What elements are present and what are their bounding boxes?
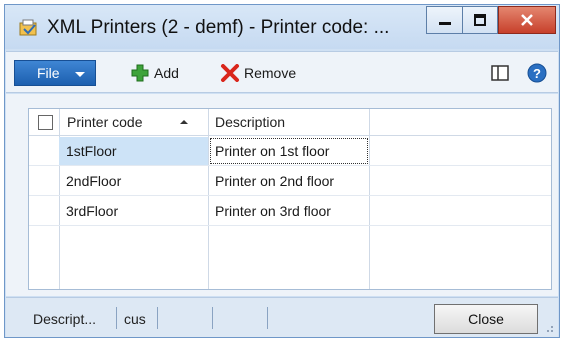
status-divider xyxy=(212,307,213,329)
svg-text:?: ? xyxy=(533,66,541,81)
xml-printers-window: XML Printers (2 - demf) - Printer code: … xyxy=(4,4,560,338)
table-row[interactable]: 2ndFloor Printer on 2nd floor xyxy=(29,167,551,196)
close-button[interactable]: Close xyxy=(434,304,538,334)
grid-header: Printer code Description xyxy=(29,109,551,136)
minimize-button[interactable] xyxy=(426,6,462,34)
close-window-button[interactable] xyxy=(498,6,556,34)
layout-icon[interactable] xyxy=(490,63,510,83)
status-company: cus xyxy=(124,311,146,327)
table-row[interactable]: 3rdFloor Printer on 3rd floor xyxy=(29,197,551,226)
plus-icon xyxy=(131,64,149,82)
minimize-icon xyxy=(438,22,451,25)
status-bar: Descript... cus Close xyxy=(6,297,558,337)
x-icon xyxy=(221,64,239,82)
app-icon xyxy=(19,19,37,36)
file-menu-label: File xyxy=(37,65,60,81)
add-button-label: Add xyxy=(154,65,179,81)
printer-code-cell[interactable]: 2ndFloor xyxy=(59,167,208,195)
printer-code-cell[interactable]: 1stFloor xyxy=(59,137,208,165)
resize-grip-icon[interactable] xyxy=(544,323,554,333)
sort-ascending-icon xyxy=(180,120,188,124)
remove-button[interactable]: Remove xyxy=(220,63,296,83)
column-header-description[interactable]: Description xyxy=(215,114,285,131)
add-button[interactable]: Add xyxy=(130,63,179,83)
description-cell[interactable]: Printer on 3rd floor xyxy=(209,197,369,225)
status-divider xyxy=(157,307,158,329)
column-header-printer-code[interactable]: Printer code xyxy=(67,114,142,131)
description-cell[interactable]: Printer on 1st floor xyxy=(209,137,369,165)
printer-code-cell[interactable]: 3rdFloor xyxy=(59,197,208,225)
content-area: Printer code Description 1stFloor Printe… xyxy=(6,94,558,296)
action-pane: File Add Remove ? xyxy=(6,51,558,93)
status-divider xyxy=(116,307,117,329)
title-bar[interactable]: XML Printers (2 - demf) - Printer code: … xyxy=(5,5,559,49)
status-description: Descript... xyxy=(33,311,97,327)
table-row[interactable]: 1stFloor Printer on 1st floor xyxy=(29,137,551,166)
select-all-checkbox[interactable] xyxy=(38,115,53,130)
window-title: XML Printers (2 - demf) - Printer code: … xyxy=(47,17,390,38)
remove-button-label: Remove xyxy=(244,65,297,81)
chevron-down-icon xyxy=(75,72,85,77)
maximize-icon xyxy=(474,14,486,26)
help-icon[interactable]: ? xyxy=(527,63,547,83)
close-icon xyxy=(521,14,533,26)
status-divider xyxy=(267,307,268,329)
maximize-button[interactable] xyxy=(462,6,498,34)
printers-grid: Printer code Description 1stFloor Printe… xyxy=(28,108,552,290)
file-menu-button[interactable]: File xyxy=(14,60,96,86)
description-cell[interactable]: Printer on 2nd floor xyxy=(209,167,369,195)
